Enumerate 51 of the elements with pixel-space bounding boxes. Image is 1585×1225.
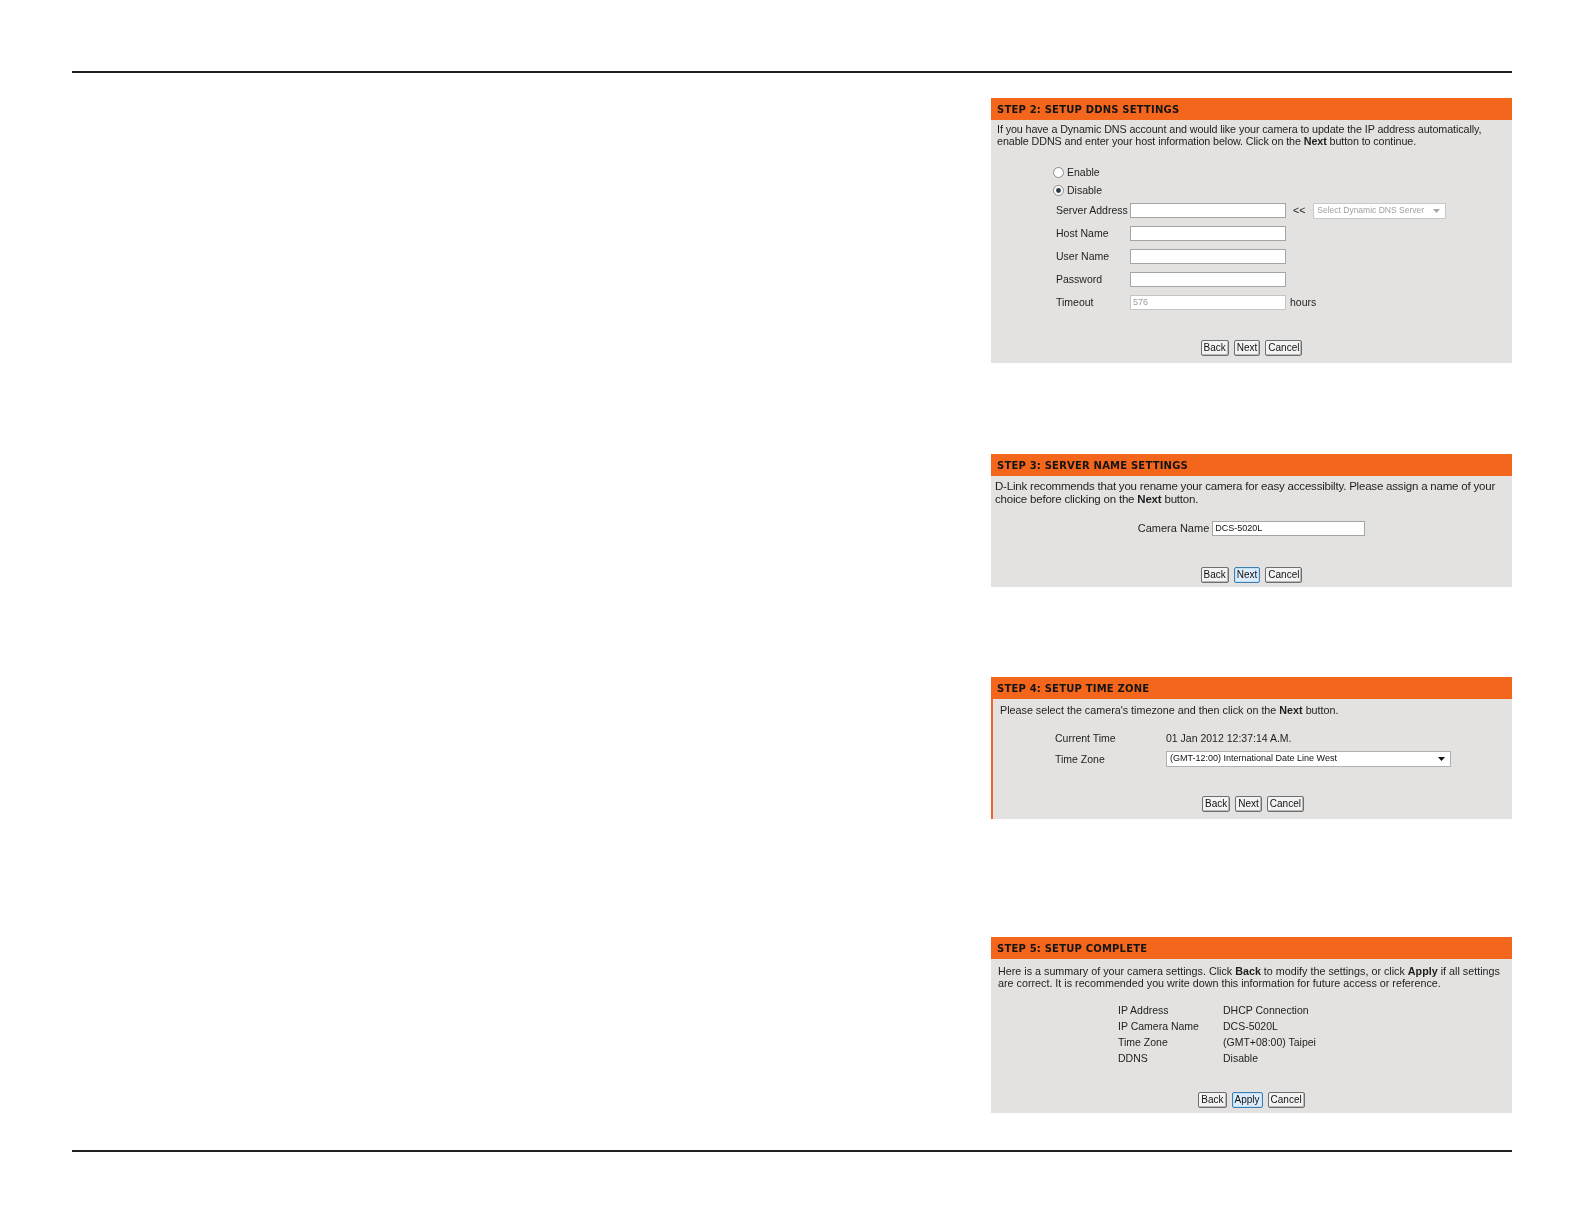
summary-label: Time Zone (1118, 1036, 1169, 1048)
next-button[interactable]: Next (1233, 340, 1261, 356)
unit-label: hours (1290, 297, 1317, 308)
instruction-text: If you have a Dynamic DNS account and would like your camera to update the IP address automatically, enable DDNS and enter your host information below. Click on the Next button to continue. (997, 123, 1483, 147)
caret-icon (1433, 208, 1441, 213)
text-field[interactable] (1130, 249, 1286, 264)
summary-value: DHCP Connection (1223, 1004, 1309, 1016)
cancel-button[interactable]: Cancel (1267, 1092, 1305, 1108)
text-field[interactable] (1130, 203, 1286, 218)
field-label: Timeout (1056, 297, 1095, 308)
instruction-text: Here is a summary of your camera settings. Click Back to modify the settings, or click Apply if all settings are correct. It is recommended you write down this information for future access or reference. (998, 965, 1501, 989)
double-arrow-text: << (1293, 205, 1306, 216)
field-label: Server Address (1056, 205, 1129, 216)
dropdown[interactable]: (GMT-12:00) International Date Line West (1166, 750, 1451, 767)
radio-button[interactable] (1053, 166, 1064, 178)
back-button[interactable]: Back (1198, 1092, 1227, 1108)
step-header: STEP 5: SETUP COMPLETE (991, 937, 1512, 959)
field-label: Camera Name (1137, 522, 1210, 534)
back-button[interactable]: Back (1202, 796, 1231, 812)
time-value: 01 Jan 2012 12:37:14 A.M. (1166, 733, 1292, 744)
back-button[interactable]: Back (1200, 340, 1229, 356)
cancel-button[interactable]: Cancel (1265, 567, 1303, 583)
back-button[interactable]: Back (1200, 567, 1229, 583)
text-field[interactable]: DCS-5020L (1212, 520, 1366, 536)
next-button[interactable]: Next (1235, 796, 1262, 812)
summary-value: Disable (1223, 1052, 1259, 1064)
cancel-button[interactable]: Cancel (1266, 796, 1304, 812)
summary-label: IP Address (1118, 1004, 1170, 1016)
radio-label: Disable (1067, 184, 1103, 196)
step-header: STEP 4: SETUP TIME ZONE (991, 677, 1512, 699)
cancel-button[interactable]: Cancel (1265, 340, 1303, 356)
text-field[interactable] (1130, 272, 1286, 287)
field-label: Current Time (1055, 733, 1117, 744)
summary-value: DCS-5020L (1223, 1020, 1278, 1032)
summary-label: IP Camera Name (1118, 1020, 1200, 1032)
instruction-text: D-Link recommends that you rename your camera for easy accessibilty. Please assign a name of your choice before clicking on the Next button. (995, 480, 1497, 506)
summary-label: DDNS (1118, 1052, 1149, 1064)
field-label: Time Zone (1055, 753, 1106, 764)
radio-label: Enable (1067, 166, 1100, 178)
apply-button[interactable]: Apply (1231, 1092, 1263, 1108)
text-field[interactable] (1130, 226, 1286, 241)
caret-icon (1438, 756, 1445, 761)
instruction-text: Please select the camera's timezone and then click on the Next button. (1000, 704, 1340, 716)
field-label: Password (1056, 274, 1104, 285)
field-label: User Name (1056, 251, 1111, 262)
step-header: STEP 2: SETUP DDNS SETTINGS (991, 98, 1512, 120)
radio-button[interactable] (1053, 184, 1064, 196)
summary-value: (GMT+08:00) Taipei (1223, 1036, 1316, 1048)
field-label: Host Name (1056, 228, 1110, 239)
step-header: STEP 3: SERVER NAME SETTINGS (991, 454, 1512, 476)
next-button[interactable]: Next (1233, 567, 1261, 583)
